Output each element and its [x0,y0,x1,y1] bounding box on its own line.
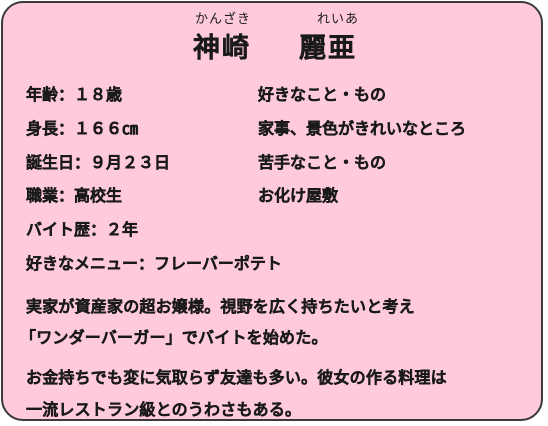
profile-occupation: 職業：高校生 [26,186,123,205]
description-line-2: 「ワンダーバーガー」でバイトを始めた。 [20,328,328,347]
surname-reading: かんざき [195,12,252,27]
likes-label: 好きなこと・もの [258,85,387,104]
surname: 神崎 [193,33,251,64]
given-name-reading: れいあ [317,12,360,27]
profile-card: かんざき れいあ 神崎 麗亜 年齢：１８歳 身長：１６６㎝ 誕生日：９月２３日 … [1,1,543,421]
given-name: 麗亜 [299,33,357,64]
dislikes-label: 苦手なこと・もの [258,153,387,172]
profile-work-years: バイト歴：２年 [26,220,139,239]
description-line-1: 実家が資産家の超お嬢様。視野を広く持ちたいと考え [26,297,415,316]
description-line-4: 一流レストラン級とのうわさもある。 [26,400,302,419]
dislikes-value: お化け屋敷 [258,186,339,205]
profile-age: 年齢：１８歳 [26,85,123,104]
profile-height: 身長：１６６㎝ [26,119,139,138]
profile-favorite-menu: 好きなメニュー：フレーバーポテト [26,254,282,273]
profile-birthday: 誕生日：９月２３日 [26,153,171,172]
description-line-3: お金持ちでも変に気取らず友達も多い。彼女の作る料理は [26,368,447,387]
likes-value: 家事、景色がきれいなところ [258,119,467,138]
